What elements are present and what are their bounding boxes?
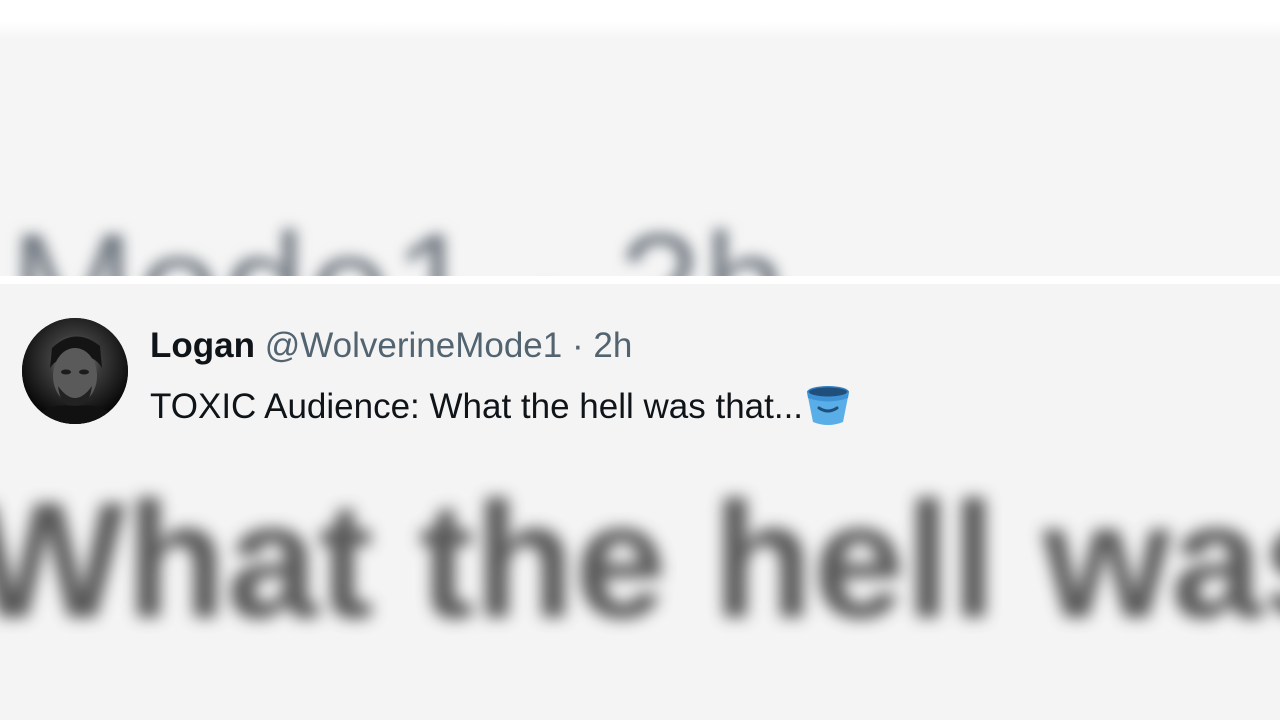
blurred-handle-text: Mode1 · 2h xyxy=(10,200,789,276)
tweet-body: TOXIC Audience: What the hell was that..… xyxy=(150,387,804,426)
divider xyxy=(0,276,1280,284)
bucket-icon xyxy=(805,382,851,428)
avatar[interactable] xyxy=(22,318,128,424)
author-name[interactable]: Logan xyxy=(150,326,255,365)
blurred-tweet-text: What the hell was xyxy=(0,468,1280,652)
tweet-header: Logan @WolverineMode1 · 2h xyxy=(150,324,632,368)
timestamp[interactable]: 2h xyxy=(593,326,632,365)
avatar-portrait-icon xyxy=(22,318,128,424)
meta-separator: · xyxy=(571,326,584,365)
background-top-zoomed: Mode1 · 2h xyxy=(0,0,1280,276)
tweet-card[interactable]: Logan @WolverineMode1 · 2h TOXIC Audienc… xyxy=(22,318,1252,430)
author-handle[interactable]: @WolverineMode1 xyxy=(265,326,563,365)
tweet-text: TOXIC Audience: What the hell was that..… xyxy=(150,382,851,426)
